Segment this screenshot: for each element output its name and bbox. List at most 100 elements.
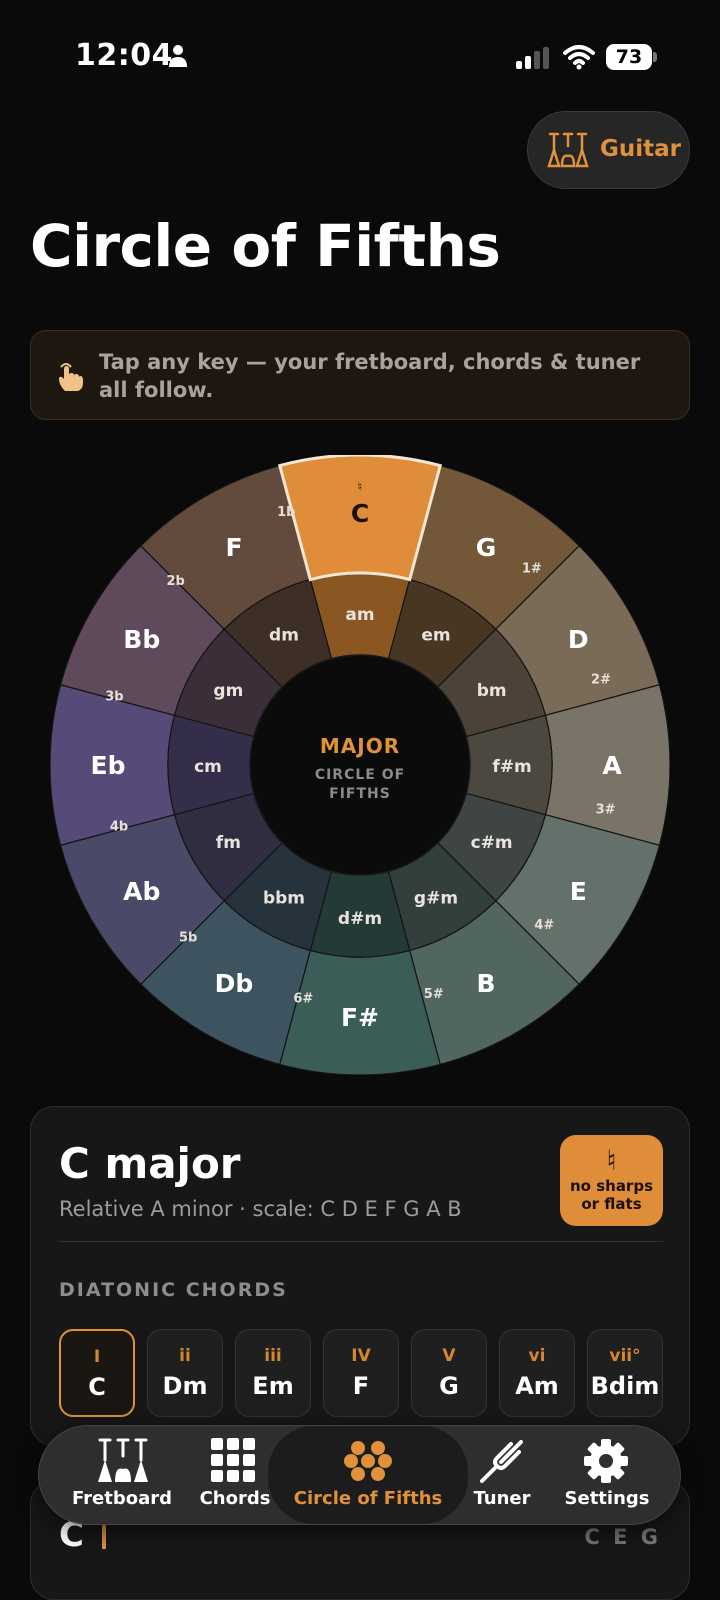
minor-label-am: am: [345, 605, 374, 625]
wheel-center: [249, 654, 471, 876]
chord-name: Em: [252, 1372, 294, 1400]
chord-button-iii[interactable]: iii Em: [235, 1329, 311, 1417]
chord-button-I[interactable]: I C: [59, 1329, 135, 1417]
chord-button-ii[interactable]: ii Dm: [147, 1329, 223, 1417]
key-signature-d: 2#: [591, 672, 611, 687]
battery-tip: [653, 52, 657, 62]
tab-label: Chords: [199, 1488, 271, 1509]
key-label-b-flat: Bb: [123, 625, 160, 654]
chord-detail-notes: C E G: [584, 1525, 661, 1549]
key-signature-f-sharp: 6#: [293, 992, 313, 1007]
minor-label-cm: cm: [194, 757, 222, 777]
tuning-fork-icon: [480, 1440, 523, 1483]
tab-label: Circle of Fifths: [293, 1488, 443, 1509]
tab-label: Settings: [564, 1488, 650, 1509]
key-signature--flat: 5#: [424, 987, 444, 1002]
key-label-f-sharp: F#: [341, 1003, 379, 1032]
status-time: 12:04: [75, 38, 173, 73]
flower-icon: [344, 1441, 392, 1481]
divider: [59, 1241, 663, 1242]
key-label-d: D: [568, 625, 589, 654]
chord-name: G: [439, 1372, 459, 1400]
key-label-d-flat: Db: [215, 969, 254, 998]
key-label-g: G: [476, 533, 497, 562]
key-label--flat: B: [476, 969, 495, 998]
chord-numeral: iii: [264, 1346, 282, 1366]
minor-label-d-sharpm: d#m: [338, 909, 382, 929]
instrument-label: Guitar: [600, 136, 681, 162]
key-signature-g: 1#: [522, 562, 542, 577]
wifi-icon: [563, 45, 595, 70]
key-signature-f: 1b: [277, 505, 295, 520]
key-signature-badge: ♮ no sharps or flats: [560, 1135, 663, 1226]
chord-name: Bdim: [590, 1372, 660, 1400]
relative-key-scale: Relative A minor · scale: C D E F G A B: [59, 1197, 462, 1221]
minor-label-f-sharpm: f#m: [492, 757, 531, 777]
badge-line-1: no sharps: [570, 1177, 653, 1195]
chord-name: Dm: [162, 1372, 208, 1400]
minor-label-dm: dm: [269, 625, 299, 645]
key-signature-d-flat: 5b: [179, 930, 197, 945]
tab-circle-of-fifths[interactable]: Circle of Fifths: [268, 1426, 468, 1524]
key-label-a: A: [602, 751, 622, 780]
key-label-e: E: [570, 877, 587, 906]
diatonic-chords-label: DIATONIC CHORDS: [59, 1279, 288, 1301]
hint-text: Tap any key — your fretboard, chords & t…: [99, 350, 641, 402]
chord-button-V[interactable]: V G: [411, 1329, 487, 1417]
guitars-icon: [547, 132, 589, 168]
badge-line-2: or flats: [581, 1195, 642, 1213]
tab-fretboard[interactable]: Fretboard: [69, 1426, 175, 1526]
grid-icon: [211, 1438, 255, 1482]
minor-label-fm: fm: [216, 833, 241, 853]
key-label-c: C: [351, 499, 369, 528]
tab-label: Tuner: [473, 1488, 531, 1509]
key-signature-e: 4#: [534, 918, 554, 933]
key-signature-c: ♮: [358, 480, 363, 495]
chord-numeral: IV: [351, 1346, 371, 1366]
minor-label-g-sharpm: g#m: [414, 889, 458, 909]
hint-banner: Tap any key — your fretboard, chords & t…: [30, 330, 690, 420]
tab-tuner[interactable]: Tuner: [469, 1426, 535, 1526]
key-signature-b-flat: 2b: [167, 574, 185, 589]
chord-button-vii[interactable]: vii° Bdim: [587, 1329, 663, 1417]
chord-numeral: vi: [528, 1346, 546, 1366]
circle-of-fifths-wheel[interactable]: C ♮ am G 1# em D 2# bm A 3# f#m E 4# c#m B 5# g#m F# 6# d#m D…: [50, 455, 670, 1075]
tab-settings[interactable]: Settings: [559, 1426, 655, 1526]
person-icon: [169, 45, 187, 67]
natural-symbol: ♮: [606, 1144, 617, 1177]
key-signature-a-flat: 4b: [110, 820, 128, 835]
chord-name: F: [352, 1372, 370, 1400]
chord-numeral: vii°: [609, 1346, 641, 1366]
center-subtitle-line-2: FIFTHS: [329, 786, 391, 802]
minor-label-c-sharpm: c#m: [471, 833, 513, 853]
tab-chords[interactable]: Chords: [195, 1426, 275, 1526]
chord-detail-marker: [102, 1523, 106, 1549]
center-subtitle-line-1: CIRCLE OF: [315, 767, 405, 783]
tab-label: Fretboard: [72, 1488, 172, 1509]
key-signature-e-flat: 3b: [105, 689, 123, 704]
page-title: Circle of Fifths: [30, 212, 501, 280]
chord-numeral: V: [442, 1346, 456, 1366]
chord-button-IV[interactable]: IV F: [323, 1329, 399, 1417]
tap-hand-icon: [59, 363, 83, 391]
key-name: C major: [59, 1139, 241, 1188]
chord-numeral: I: [93, 1347, 101, 1367]
chord-numeral: ii: [179, 1346, 191, 1366]
tab-bar: Fretboard Chords Circle of Fifths Tuner …: [38, 1425, 681, 1525]
guitars-icon: [98, 1438, 148, 1482]
cellular-signal-icon: [516, 47, 549, 69]
minor-label-bm: bm: [477, 681, 507, 701]
chord-name: Am: [515, 1372, 559, 1400]
battery-indicator: 73: [606, 44, 652, 70]
key-signature-a: 3#: [596, 803, 616, 818]
chord-button-vi[interactable]: vi Am: [499, 1329, 575, 1417]
minor-label-em: em: [421, 625, 450, 645]
gear-icon: [584, 1439, 628, 1483]
key-label-f: F: [225, 533, 242, 562]
diatonic-chord-list: I C ii Dm iii Em IV F V G vi Am vii° Bdi…: [59, 1329, 671, 1419]
key-info-card: C major Relative A minor · scale: C D E …: [30, 1106, 690, 1446]
minor-label-bbm: bbm: [263, 889, 305, 909]
center-title: MAJOR: [320, 734, 400, 758]
instrument-button[interactable]: Guitar: [527, 111, 690, 189]
minor-label-gm: gm: [213, 681, 243, 701]
